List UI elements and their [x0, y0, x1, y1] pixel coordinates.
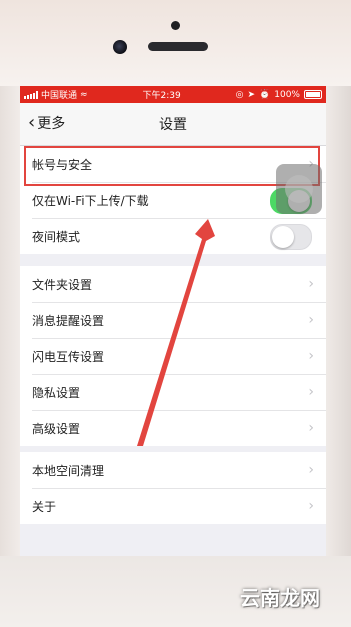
watermark: 云南龙网 — [240, 586, 320, 610]
earpiece-speaker — [148, 42, 208, 51]
phone-frame: 中国联通 ≈ 下午2:39 ◎ ➤ ⏰ 100% ‹ 更多 设置 帐号与安全 › — [0, 0, 351, 627]
phone-bezel-top — [0, 0, 351, 86]
bezel-right — [326, 86, 351, 627]
phone-screen: 中国联通 ≈ 下午2:39 ◎ ➤ ⏰ 100% ‹ 更多 设置 帐号与安全 › — [20, 86, 326, 556]
annotation-arrow — [137, 219, 215, 446]
bezel-left — [0, 86, 20, 627]
front-camera — [113, 40, 127, 54]
proximity-sensor — [171, 21, 180, 30]
